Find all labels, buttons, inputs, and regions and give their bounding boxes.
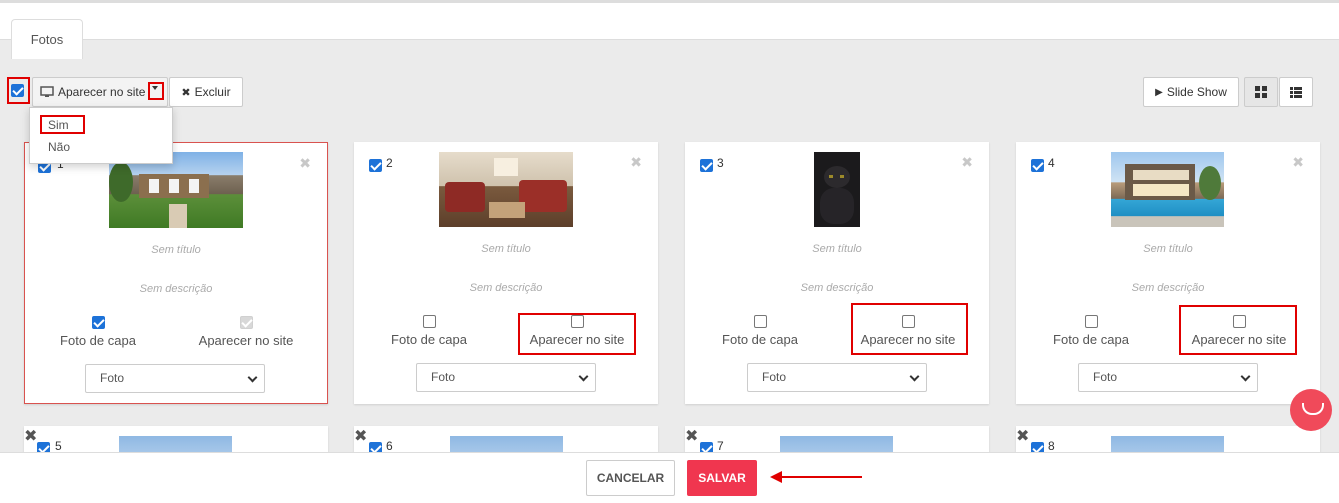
foto-de-capa-checkbox[interactable]	[91, 316, 105, 329]
photo-type-value: Foto	[1093, 370, 1118, 384]
foto-de-capa-checkbox[interactable]	[753, 315, 767, 328]
photo-type-value: Foto	[762, 370, 787, 384]
arrow-left-annotation-icon	[770, 471, 862, 483]
tab-fotos[interactable]: Fotos	[11, 19, 83, 59]
photo-description: Sem descrição	[469, 282, 543, 294]
photo-card-2[interactable]: 2 ✖ Sem título Sem descrição Foto de cap…	[354, 142, 658, 404]
card-number: 2	[386, 156, 393, 170]
photo-card-1[interactable]: 1 ✖ Sem título Sem descrição Foto de cap…	[24, 142, 328, 404]
foto-de-capa-option[interactable]: Foto de capa	[1026, 315, 1156, 347]
excluir-label: Excluir	[194, 85, 231, 99]
aparecer-dropdown-menu: Sim Não	[29, 107, 173, 164]
close-icon[interactable]: ✖	[630, 154, 642, 171]
top-strip	[0, 0, 1339, 40]
aparecer-no-site-option[interactable]: Aparecer no site	[512, 315, 642, 347]
save-button[interactable]: SALVAR	[687, 460, 757, 496]
aparecer-no-site-label: Aparecer no site	[1191, 332, 1287, 347]
card-select-checkbox[interactable]	[369, 159, 382, 172]
foto-de-capa-checkbox[interactable]	[1084, 315, 1098, 328]
foto-de-capa-option[interactable]: Foto de capa	[364, 315, 494, 347]
aparecer-no-site-button[interactable]: Aparecer no site	[32, 77, 168, 107]
foto-de-capa-checkbox[interactable]	[422, 315, 436, 328]
photo-card-4[interactable]: 4 ✖ Sem título Sem descrição Foto de cap…	[1016, 142, 1320, 404]
aparecer-no-site-checkbox[interactable]	[570, 315, 584, 328]
card-select-checkbox[interactable]	[1031, 159, 1044, 172]
slideshow-button[interactable]: ▶ Slide Show	[1143, 77, 1239, 107]
photo-type-value: Foto	[100, 371, 125, 385]
photo-description: Sem descrição	[800, 282, 874, 294]
footer-bar: CANCELAR SALVAR	[0, 452, 1339, 503]
grid-icon	[1255, 86, 1267, 98]
photo-type-select[interactable]: Foto	[1078, 363, 1258, 392]
foto-de-capa-label: Foto de capa	[1053, 332, 1129, 347]
grid-view-button[interactable]	[1244, 77, 1278, 107]
photo-title: Sem título	[812, 243, 862, 255]
chevron-down-icon[interactable]	[152, 86, 158, 90]
cancel-label: CANCELAR	[596, 471, 665, 485]
slideshow-label: Slide Show	[1166, 85, 1227, 99]
close-icon[interactable]: ✖	[961, 154, 973, 171]
card-number: 5	[55, 439, 62, 453]
photo-type-value: Foto	[431, 370, 456, 384]
aparecer-no-site-label: Aparecer no site	[529, 332, 625, 347]
aparecer-no-site-label: Aparecer no site	[860, 332, 956, 347]
foto-de-capa-option[interactable]: Foto de capa	[695, 315, 825, 347]
list-view-button[interactable]	[1279, 77, 1313, 107]
aparecer-no-site-checkbox[interactable]	[1232, 315, 1246, 328]
photo-card-3[interactable]: 3 ✖ Sem título Sem descrição Foto de cap…	[685, 142, 989, 404]
photo-thumbnail	[1111, 152, 1224, 227]
aparecer-no-site-option[interactable]: Aparecer no site	[843, 315, 973, 347]
photo-title: Sem título	[1143, 243, 1193, 255]
dropdown-item-sim[interactable]: Sim	[48, 118, 69, 132]
photo-type-select[interactable]: Foto	[747, 363, 927, 392]
chevron-down-icon	[578, 371, 589, 382]
card-select-checkbox[interactable]	[700, 159, 713, 172]
select-all-checkbox[interactable]	[11, 84, 24, 97]
card-number: 7	[717, 439, 724, 453]
card-number: 8	[1048, 439, 1055, 453]
foto-de-capa-option[interactable]: Foto de capa	[33, 316, 163, 348]
dropdown-item-nao[interactable]: Não	[48, 140, 70, 154]
photo-type-select[interactable]: Foto	[416, 363, 596, 392]
photo-title: Sem título	[481, 243, 531, 255]
card-number: 3	[717, 156, 724, 170]
aparecer-no-site-checkbox	[239, 316, 253, 329]
foto-de-capa-label: Foto de capa	[722, 332, 798, 347]
close-icon[interactable]: ✖	[299, 155, 311, 172]
aparecer-label: Aparecer no site	[58, 85, 146, 99]
play-icon: ▶	[1155, 86, 1163, 98]
list-icon	[1290, 86, 1302, 98]
photo-title: Sem título	[151, 244, 201, 256]
monitor-icon	[40, 86, 54, 97]
photo-thumbnail	[814, 152, 860, 227]
chevron-down-icon	[1240, 371, 1251, 382]
photo-description: Sem descrição	[139, 283, 213, 295]
photo-description: Sem descrição	[1131, 282, 1205, 294]
foto-de-capa-label: Foto de capa	[391, 332, 467, 347]
photo-type-select[interactable]: Foto	[85, 364, 265, 393]
close-icon: ✖	[181, 86, 191, 99]
aparecer-no-site-label: Aparecer no site	[198, 333, 294, 348]
aparecer-no-site-option[interactable]: Aparecer no site	[1174, 315, 1304, 347]
excluir-button[interactable]: ✖ Excluir	[169, 77, 243, 107]
chat-widget-icon[interactable]	[1290, 389, 1332, 431]
photo-thumbnail	[439, 152, 573, 227]
card-number: 6	[386, 439, 393, 453]
foto-de-capa-label: Foto de capa	[60, 333, 136, 348]
card-number: 4	[1048, 156, 1055, 170]
save-label: SALVAR	[698, 471, 746, 485]
close-icon[interactable]: ✖	[1292, 154, 1304, 171]
aparecer-no-site-option[interactable]: Aparecer no site	[181, 316, 311, 348]
chevron-down-icon	[909, 371, 920, 382]
cancel-button[interactable]: CANCELAR	[586, 460, 675, 496]
chevron-down-icon	[247, 372, 258, 383]
aparecer-no-site-checkbox[interactable]	[901, 315, 915, 328]
